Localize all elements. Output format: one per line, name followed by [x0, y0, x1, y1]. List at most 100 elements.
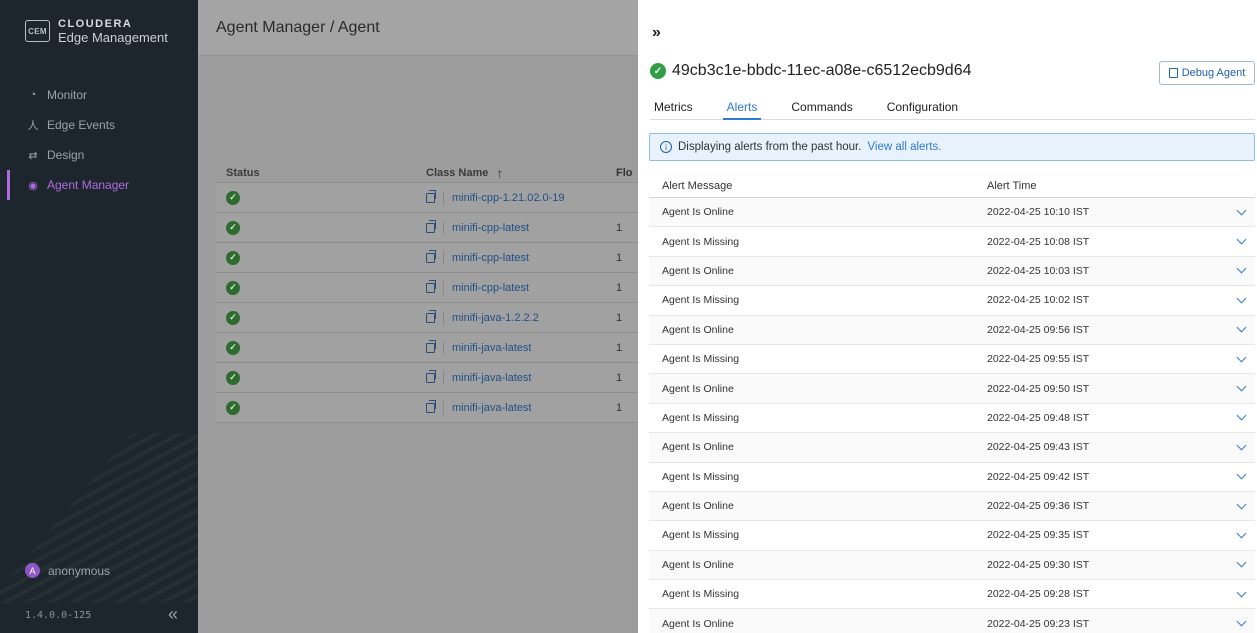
class-name-link[interactable]: minifi-cpp-latest: [452, 282, 529, 294]
tab-configuration[interactable]: Configuration: [883, 96, 962, 120]
copy-icon[interactable]: [426, 339, 436, 353]
alert-row[interactable]: Agent Is Online 2022-04-25 10:10 IST: [649, 198, 1255, 228]
table-row[interactable]: ✓ minifi-cpp-latest 1: [216, 213, 656, 243]
status-ok-icon: ✓: [226, 310, 240, 325]
sidebar-item-agent-manager[interactable]: ◉ Agent Manager: [0, 170, 198, 200]
alerts-table: Alert Message Alert Time Agent Is Online…: [649, 174, 1255, 633]
expand-row-button[interactable]: [1228, 234, 1255, 245]
agent-id: 49cb3c1e-bbdc-11ec-a08e-c6512ecb9d64: [672, 62, 972, 79]
alert-message: Agent Is Missing: [662, 235, 740, 248]
tab-metrics[interactable]: Metrics: [650, 96, 697, 120]
copy-icon[interactable]: [426, 219, 436, 233]
table-row[interactable]: ✓ minifi-java-latest 1: [216, 393, 656, 423]
status-ok-icon: ✓: [226, 220, 240, 235]
expand-row-button[interactable]: [1228, 293, 1255, 304]
brand-subtitle: Edge Management: [58, 30, 168, 45]
chevron-down-icon: [1236, 293, 1247, 304]
expand-row-button[interactable]: [1228, 410, 1255, 421]
alert-row[interactable]: Agent Is Online 2022-04-25 09:36 IST: [649, 491, 1255, 522]
copy-icon[interactable]: [426, 399, 436, 413]
alert-time: 2022-04-25 09:48 IST: [987, 411, 1090, 424]
alert-time: 2022-04-25 09:28 IST: [987, 588, 1090, 601]
expand-row-button[interactable]: [1228, 205, 1255, 216]
debug-agent-button[interactable]: Debug Agent: [1159, 61, 1255, 85]
alert-row[interactable]: Agent Is Online 2022-04-25 09:50 IST: [649, 374, 1255, 404]
alert-row[interactable]: Agent Is Missing 2022-04-25 09:42 IST: [649, 462, 1255, 492]
class-name-link[interactable]: minifi-java-latest: [452, 372, 531, 384]
expand-row-button[interactable]: [1228, 616, 1255, 627]
alert-row[interactable]: Agent Is Online 2022-04-25 09:30 IST: [649, 550, 1255, 581]
class-name-link[interactable]: minifi-java-latest: [452, 342, 531, 354]
class-name-link[interactable]: minifi-cpp-1.21.02.0-19: [452, 192, 565, 204]
view-all-alerts-link[interactable]: View all alerts.: [867, 141, 941, 153]
alert-row[interactable]: Agent Is Missing 2022-04-25 09:28 IST: [649, 580, 1255, 610]
status-ok-icon: ✓: [226, 370, 240, 385]
sort-ascending-icon: ↑: [496, 164, 504, 181]
expand-row-button[interactable]: [1228, 381, 1255, 392]
tab-alerts[interactable]: Alerts: [722, 96, 762, 120]
expand-row-button[interactable]: [1228, 587, 1255, 598]
table-row[interactable]: ✓ minifi-cpp-1.21.02.0-19: [216, 183, 656, 213]
debug-agent-label: Debug Agent: [1181, 67, 1246, 79]
sidebar-item-monitor[interactable]: ◔ Monitor: [0, 80, 198, 110]
chevron-down-icon: [1236, 205, 1247, 216]
status-column-header[interactable]: Status: [216, 167, 426, 179]
alert-message: Agent Is Missing: [662, 470, 740, 483]
broadcast-icon: ◉: [28, 179, 38, 192]
class-name-link[interactable]: minifi-java-1.2.2.2: [452, 312, 539, 324]
alert-row[interactable]: Agent Is Missing 2022-04-25 09:35 IST: [649, 521, 1255, 551]
alert-time: 2022-04-25 09:43 IST: [987, 441, 1090, 454]
table-row[interactable]: ✓ minifi-cpp-latest 1: [216, 243, 656, 273]
alert-row[interactable]: Agent Is Missing 2022-04-25 10:02 IST: [649, 286, 1255, 316]
person-icon: 人: [27, 120, 39, 132]
alert-row[interactable]: Agent Is Online 2022-04-25 09:56 IST: [649, 315, 1255, 345]
copy-icon[interactable]: [426, 309, 436, 323]
brand[interactable]: CEM CLOUDERA Edge Management: [25, 18, 168, 44]
collapse-sidebar-icon[interactable]: «: [168, 604, 178, 625]
alert-row[interactable]: Agent Is Missing 2022-04-25 09:55 IST: [649, 344, 1255, 375]
class-name-link[interactable]: minifi-cpp-latest: [452, 222, 529, 234]
alert-time: 2022-04-25 10:03 IST: [987, 264, 1090, 277]
table-row[interactable]: ✓ minifi-cpp-latest 1: [216, 273, 656, 303]
alert-message: Agent Is Online: [662, 500, 734, 513]
expand-row-button[interactable]: [1228, 352, 1255, 363]
expand-row-button[interactable]: [1228, 557, 1255, 568]
alert-row[interactable]: Agent Is Online 2022-04-25 10:03 IST: [649, 256, 1255, 287]
table-row[interactable]: ✓ minifi-java-latest 1: [216, 363, 656, 393]
sidebar-item-edge-events[interactable]: 人 Edge Events: [0, 110, 198, 140]
expand-drawer-icon[interactable]: »: [652, 24, 661, 42]
alert-row[interactable]: Agent Is Online 2022-04-25 09:23 IST: [649, 609, 1255, 633]
table-row[interactable]: ✓ minifi-java-latest 1: [216, 333, 656, 363]
chevron-down-icon: [1236, 616, 1247, 627]
agent-details-drawer: » ✓ 49cb3c1e-bbdc-11ec-a08e-c6512ecb9d64…: [638, 0, 1257, 633]
alert-message: Agent Is Missing: [662, 588, 740, 601]
divider: [443, 370, 444, 385]
class-name-column-header[interactable]: Class Name ↑: [426, 165, 616, 181]
copy-icon[interactable]: [426, 249, 436, 263]
design-icon: ⇄: [28, 149, 38, 162]
divider: [443, 400, 444, 415]
expand-row-button[interactable]: [1228, 499, 1255, 510]
status-ok-icon: ✓: [226, 400, 240, 415]
table-row[interactable]: ✓ minifi-java-1.2.2.2 1: [216, 303, 656, 333]
divider: [443, 190, 444, 205]
expand-row-button[interactable]: [1228, 264, 1255, 274]
alert-message-column-header: Alert Message: [662, 179, 733, 192]
expand-row-button[interactable]: [1228, 322, 1255, 333]
copy-icon[interactable]: [426, 369, 436, 383]
user-menu[interactable]: A anonymous: [25, 563, 110, 578]
alert-row[interactable]: Agent Is Missing 2022-04-25 10:08 IST: [649, 227, 1255, 257]
expand-row-button[interactable]: [1228, 469, 1255, 480]
status-ok-icon: ✓: [226, 280, 240, 295]
tab-commands[interactable]: Commands: [787, 96, 856, 120]
alert-time: 2022-04-25 09:42 IST: [987, 470, 1090, 483]
copy-icon[interactable]: [426, 189, 436, 203]
alert-row[interactable]: Agent Is Online 2022-04-25 09:43 IST: [649, 433, 1255, 463]
class-name-link[interactable]: minifi-java-latest: [452, 402, 531, 414]
expand-row-button[interactable]: [1228, 440, 1255, 451]
alert-row[interactable]: Agent Is Missing 2022-04-25 09:48 IST: [649, 403, 1255, 434]
expand-row-button[interactable]: [1228, 528, 1255, 539]
sidebar-item-design[interactable]: ⇄ Design: [0, 140, 198, 170]
copy-icon[interactable]: [426, 279, 436, 293]
class-name-link[interactable]: minifi-cpp-latest: [452, 252, 529, 264]
